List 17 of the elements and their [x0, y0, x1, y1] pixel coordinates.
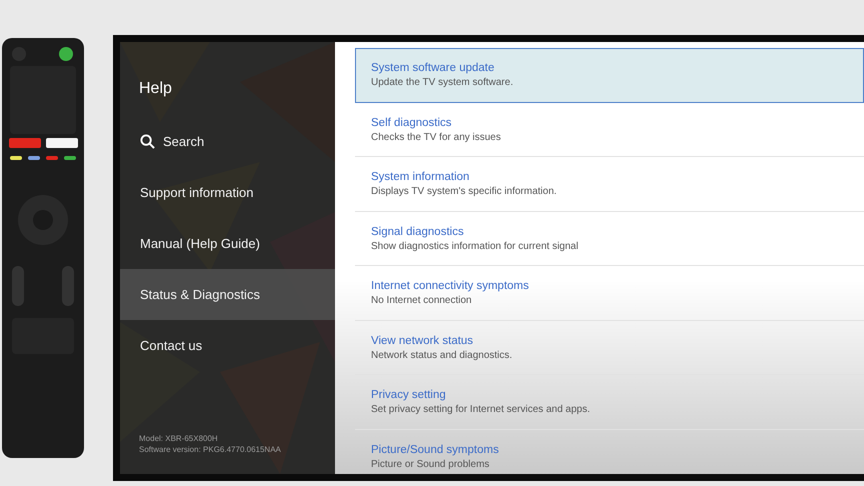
list-item[interactable]: System information Displays TV system's specific information.	[355, 157, 864, 212]
list-item[interactable]: Privacy setting Set privacy setting for Internet services and apps.	[355, 375, 864, 430]
model-text: Model: XBR-65X800H	[139, 434, 218, 443]
list-item[interactable]: Signal diagnostics Show diagnostics information for current signal	[355, 212, 864, 266]
list-item[interactable]: Self diagnostics Checks the TV for any issues	[355, 102, 864, 157]
software-version-text: Software version: PKG6.4770.0615NAA	[139, 445, 281, 454]
list-item[interactable]: View network status Network status and diagnostics.	[355, 320, 864, 375]
menu-item[interactable]: Contact us	[120, 320, 335, 371]
menu-item[interactable]: Support information	[120, 167, 335, 218]
list-item[interactable]: Internet connectivity symptoms No Internet connection	[355, 266, 864, 320]
menu-item[interactable]: Manual (Help Guide)	[120, 218, 335, 269]
search-icon	[140, 134, 155, 149]
menu-item[interactable]: Status & Diagnostics	[120, 269, 335, 320]
menu-item[interactable]: Search	[120, 116, 335, 167]
sidebar-title: Help	[138, 80, 172, 98]
list-item[interactable]: System software update Update the TV system software.	[355, 48, 864, 102]
list-item[interactable]: Picture/Sound symptoms Picture or Sound problems	[355, 430, 864, 474]
